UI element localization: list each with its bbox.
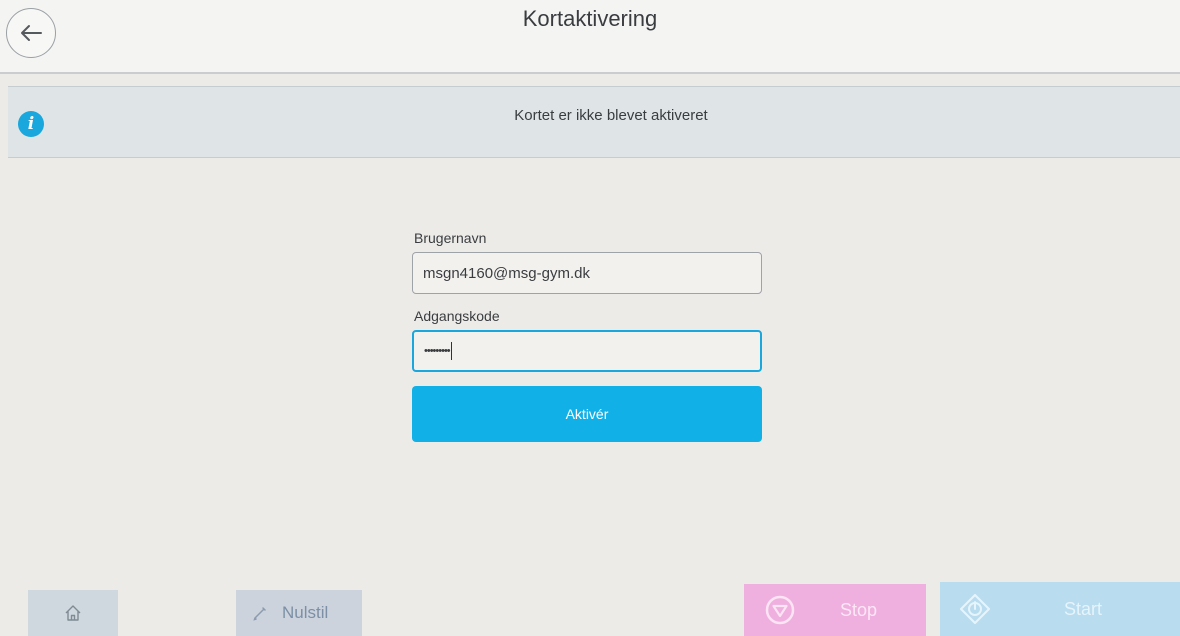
stop-icon <box>765 595 795 625</box>
activation-form: Brugernavn msgn4160@msg-gym.dk Adgangsko… <box>412 230 764 442</box>
activate-button-label: Aktivér <box>565 406 609 422</box>
home-button[interactable] <box>28 590 118 636</box>
home-icon <box>65 605 81 621</box>
stop-button[interactable]: Stop <box>744 584 926 636</box>
username-label: Brugernavn <box>414 230 487 246</box>
start-icon <box>959 593 991 625</box>
stop-button-label: Stop <box>840 599 878 620</box>
password-label: Adgangskode <box>414 308 500 324</box>
text-caret <box>450 342 452 360</box>
username-value: msgn4160@msg-gym.dk <box>423 264 590 282</box>
password-field[interactable]: ••••••••• <box>412 330 762 372</box>
page-title: Kortaktivering <box>522 6 658 31</box>
start-button-label: Start <box>1064 598 1103 619</box>
reset-button-label: Nulstil <box>282 603 329 622</box>
password-value: ••••••••• <box>424 345 451 357</box>
activate-button[interactable]: Aktivér <box>412 386 762 442</box>
info-message: Kortet er ikke blevet aktiveret <box>514 107 708 124</box>
username-field[interactable]: msgn4160@msg-gym.dk <box>412 252 762 294</box>
top-bar: Kortaktivering <box>0 0 1180 74</box>
start-button[interactable]: Start <box>940 582 1180 636</box>
reset-button[interactable]: Nulstil <box>236 590 362 636</box>
pencil-icon <box>253 607 266 621</box>
info-banner: i Kortet er ikke blevet aktiveret <box>8 86 1180 158</box>
